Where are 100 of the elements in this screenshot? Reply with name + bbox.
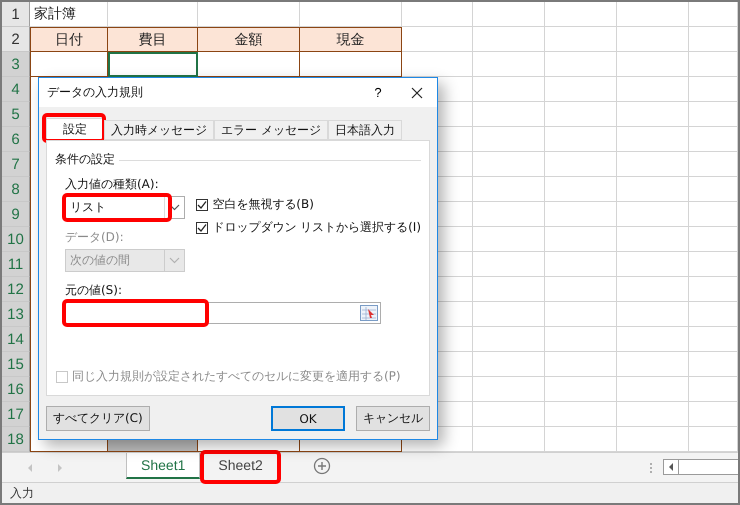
- table-cell: [689, 77, 738, 102]
- table-cell: [617, 202, 689, 227]
- table-cell: [617, 302, 689, 327]
- dialog-tab[interactable]: エラー メッセージ: [214, 120, 328, 140]
- row-header[interactable]: 6: [2, 127, 30, 152]
- row-header[interactable]: 5: [2, 102, 30, 127]
- source-field[interactable]: [65, 302, 381, 324]
- table-cell: [689, 252, 738, 277]
- table-cell: [617, 27, 689, 52]
- table-cell: [545, 27, 617, 52]
- table-cell: [473, 202, 545, 227]
- row-header[interactable]: 17: [2, 402, 30, 427]
- allow-dropdown[interactable]: リスト: [65, 196, 186, 219]
- range-select-icon[interactable]: [360, 305, 378, 321]
- table-cell: [689, 52, 738, 77]
- row-header[interactable]: 16: [2, 377, 30, 402]
- table-cell: 現金: [300, 27, 402, 52]
- row-header[interactable]: 8: [2, 177, 30, 202]
- table-cell: [473, 177, 545, 202]
- check-icon: [197, 222, 208, 232]
- dialog-tab[interactable]: 設定: [46, 118, 104, 140]
- row-header[interactable]: 11: [2, 252, 30, 277]
- table-cell: [545, 402, 617, 427]
- table-cell: [617, 52, 689, 77]
- table-cell: [545, 177, 617, 202]
- add-sheet-icon[interactable]: [312, 457, 331, 475]
- table-cell: [473, 102, 545, 127]
- table-cell: [473, 2, 545, 27]
- table-cell: [689, 27, 738, 52]
- table-cell: [545, 277, 617, 302]
- table-cell: [473, 127, 545, 152]
- table-cell: [545, 2, 617, 27]
- table-cell: [545, 52, 617, 77]
- table-cell: [617, 252, 689, 277]
- status-text: 入力: [10, 484, 34, 502]
- table-cell: [617, 277, 689, 302]
- row-header[interactable]: 4: [2, 77, 30, 102]
- row-header[interactable]: 3: [2, 52, 30, 77]
- splitter-dots-icon[interactable]: [648, 462, 653, 474]
- check-icon: [197, 200, 208, 210]
- table-cell: [473, 52, 545, 77]
- table-cell: [473, 252, 545, 277]
- row-header[interactable]: 15: [2, 352, 30, 377]
- table-cell: [617, 402, 689, 427]
- table-cell: [545, 202, 617, 227]
- table-cell: [617, 102, 689, 127]
- dialog-title: データの入力規則: [47, 84, 143, 101]
- table-cell: [617, 77, 689, 102]
- row-header[interactable]: 18: [2, 427, 30, 452]
- row-header[interactable]: 1: [2, 2, 30, 27]
- table-cell: [617, 227, 689, 252]
- table-cell: [689, 327, 738, 352]
- table-cell: [689, 202, 738, 227]
- group-label: 条件の設定: [55, 151, 115, 168]
- table-cell: [689, 377, 738, 402]
- table-cell: [545, 152, 617, 177]
- table-cell: [617, 152, 689, 177]
- table-cell: [545, 352, 617, 377]
- ok-button[interactable]: OK: [271, 406, 345, 431]
- table-cell: [617, 2, 689, 27]
- sheet-tab[interactable]: Sheet1: [126, 453, 200, 479]
- checkbox[interactable]: 空白を無視する(B): [196, 196, 421, 213]
- table-cell: [689, 177, 738, 202]
- row-header[interactable]: 12: [2, 277, 30, 302]
- checkbox[interactable]: ドロップダウン リストから選択する(I): [196, 219, 421, 236]
- table-cell: [545, 252, 617, 277]
- cancel-button[interactable]: キャンセル: [356, 406, 430, 431]
- row-header[interactable]: 9: [2, 202, 30, 227]
- horizontal-scrollbar[interactable]: [662, 459, 738, 475]
- table-cell: [545, 302, 617, 327]
- dialog-tab[interactable]: 入力時メッセージ: [104, 120, 214, 140]
- sheet-tab[interactable]: Sheet2: [204, 453, 277, 479]
- table-cell: [617, 327, 689, 352]
- row-header[interactable]: 2: [2, 27, 30, 52]
- table-cell: [617, 177, 689, 202]
- table-cell: [473, 77, 545, 102]
- row-header[interactable]: 7: [2, 152, 30, 177]
- row-header[interactable]: 10: [2, 227, 30, 252]
- row-header[interactable]: 14: [2, 327, 30, 352]
- row-header[interactable]: 13: [2, 302, 30, 327]
- table-cell: [473, 152, 545, 177]
- table-cell: [617, 127, 689, 152]
- table-cell: [689, 277, 738, 302]
- table-cell: 費目: [108, 27, 198, 52]
- help-button[interactable]: ?: [363, 85, 393, 100]
- table-cell: [545, 77, 617, 102]
- table-cell: [402, 27, 473, 52]
- dialog-tab[interactable]: 日本語入力: [328, 120, 402, 140]
- table-cell: [545, 327, 617, 352]
- table-cell: [402, 2, 473, 27]
- table-cell: [617, 377, 689, 402]
- table-cell: [473, 377, 545, 402]
- table-cell: [689, 227, 738, 252]
- table-cell: [689, 102, 738, 127]
- table-cell: [689, 127, 738, 152]
- table-cell: [689, 402, 738, 427]
- table-cell: [689, 2, 738, 27]
- close-icon: [411, 86, 423, 98]
- table-cell: [473, 352, 545, 377]
- clear-button[interactable]: すべてクリア(C): [46, 406, 150, 431]
